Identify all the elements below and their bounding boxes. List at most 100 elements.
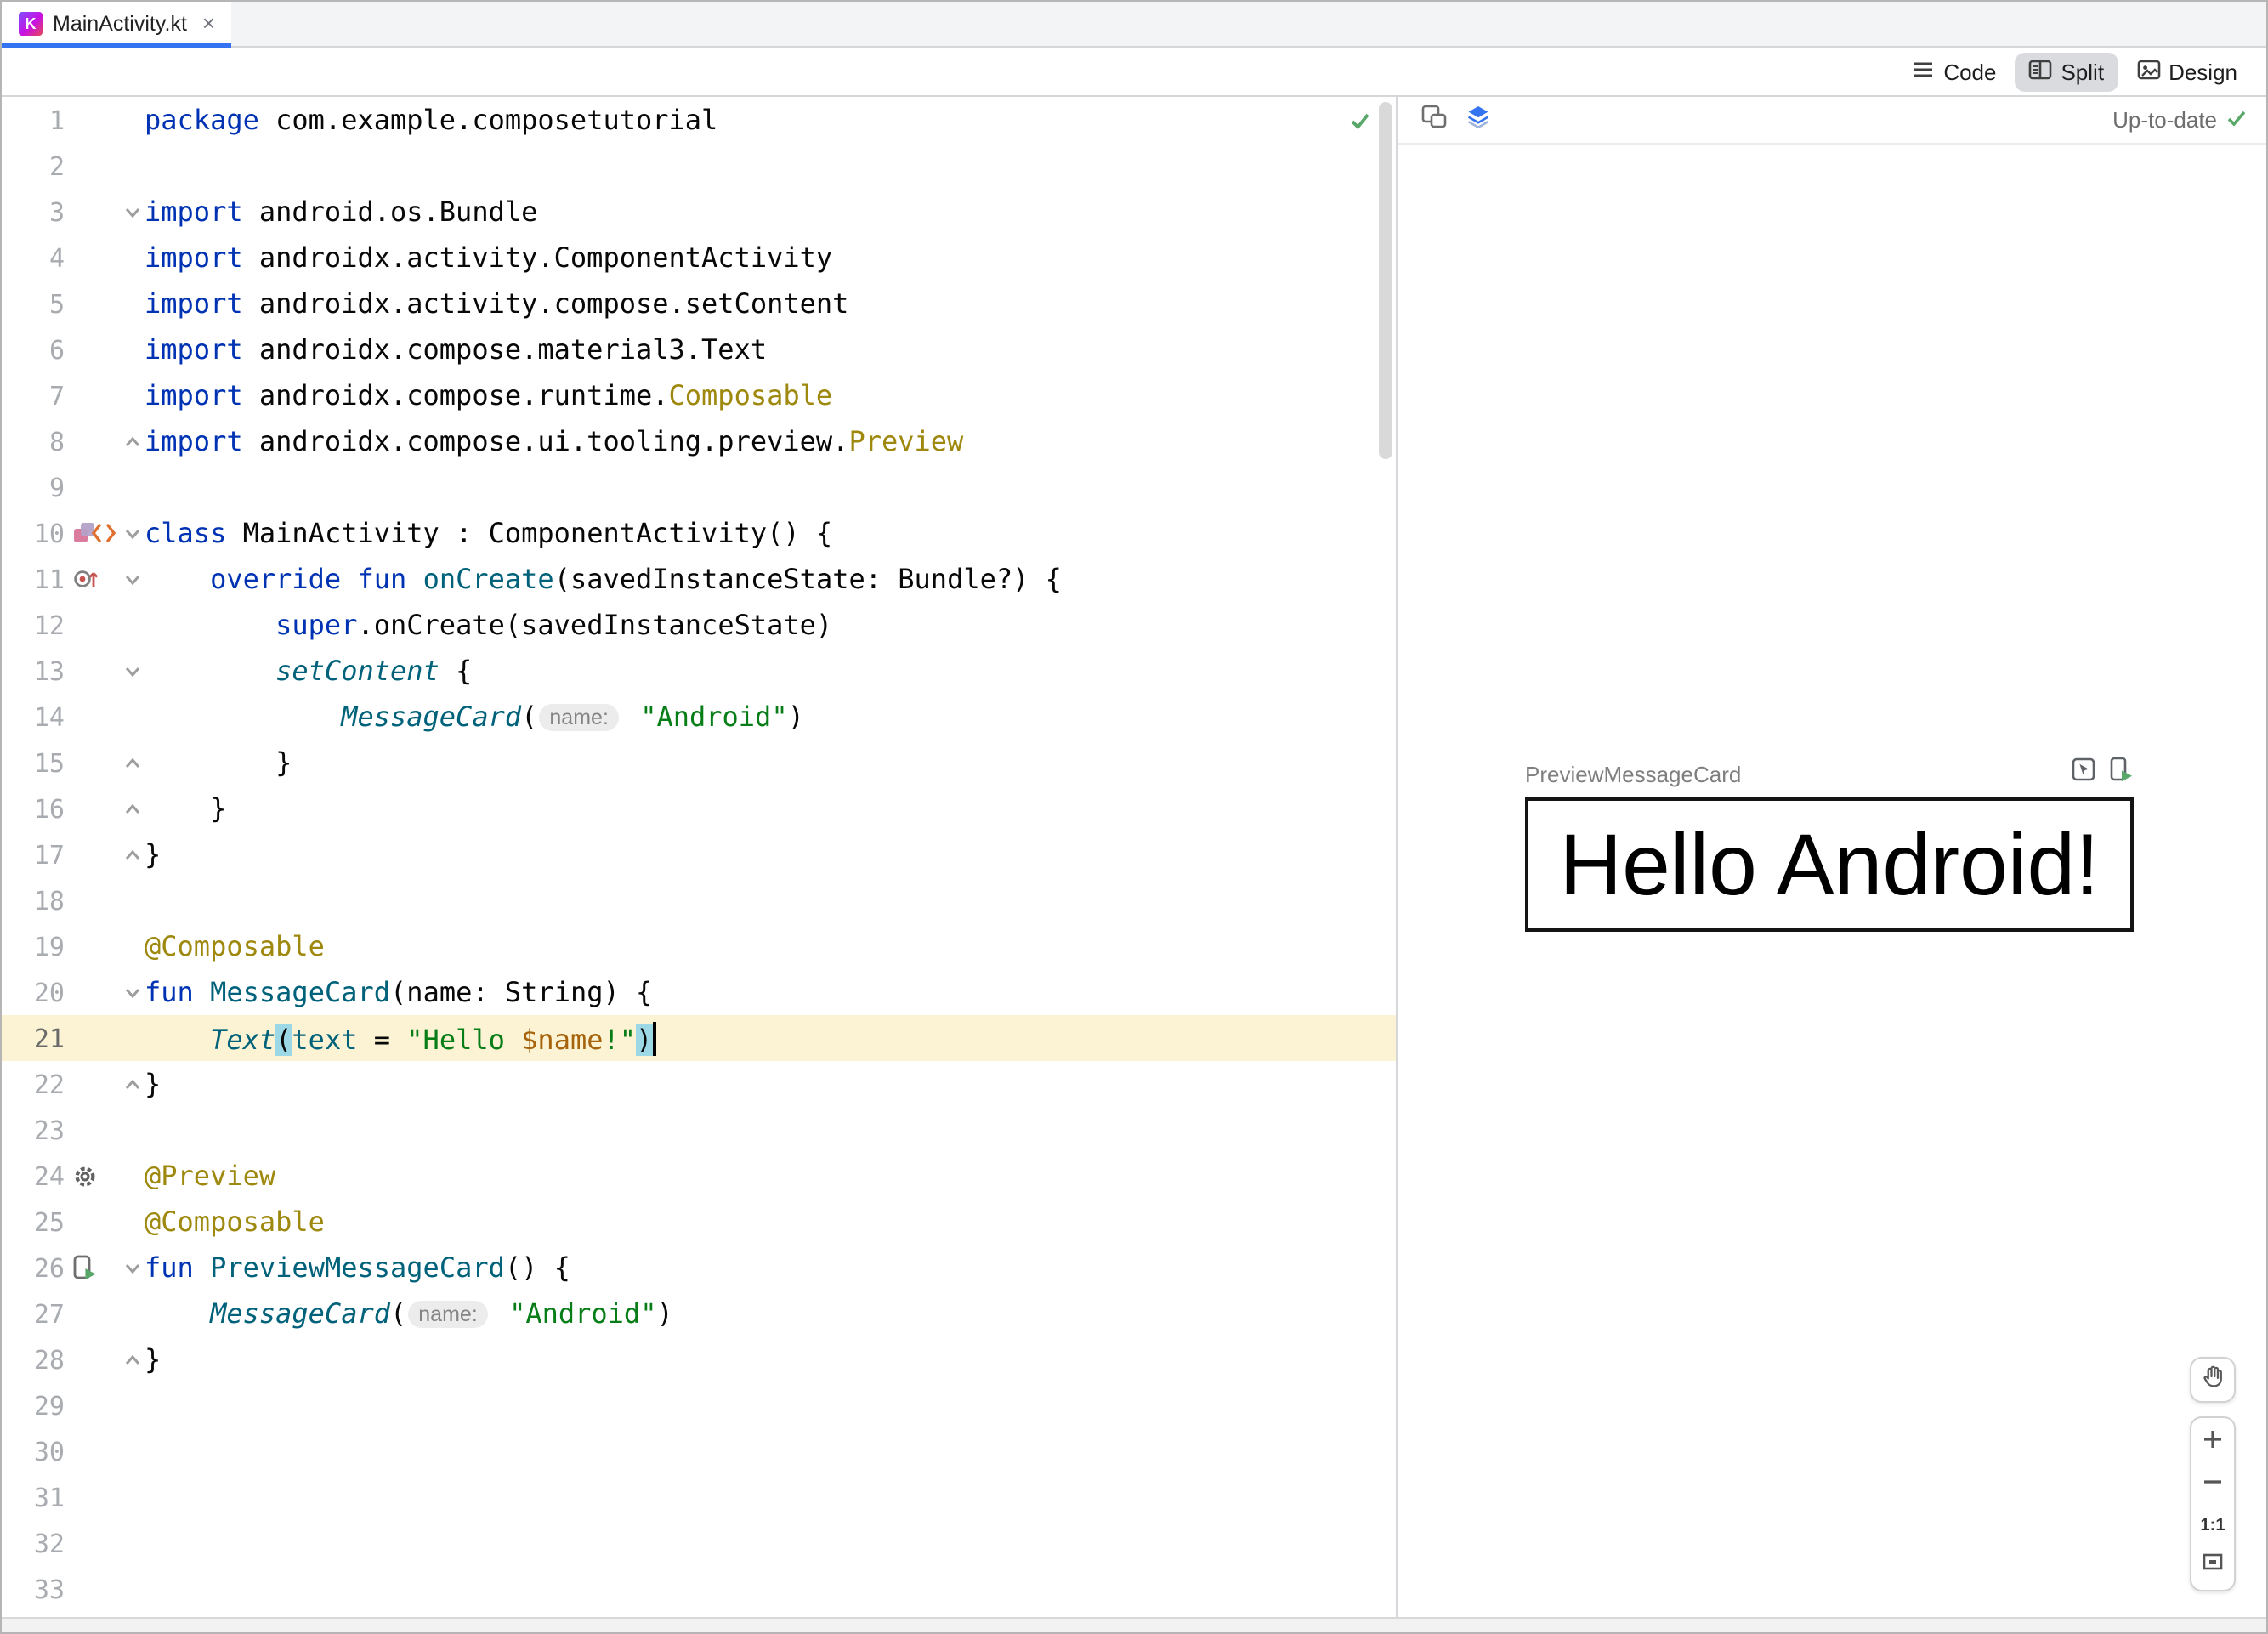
code-line[interactable]: 32 — [0, 1520, 1396, 1566]
code-line[interactable]: 27 MessageCard(name: "Android") — [0, 1291, 1396, 1336]
code-text[interactable]: MessageCard(name: "Android") — [145, 701, 804, 733]
line-number[interactable]: 30 — [0, 1436, 65, 1467]
code-line[interactable]: 19 @Composable — [0, 923, 1396, 969]
code-text[interactable]: override fun onCreate(savedInstanceState… — [145, 563, 1062, 595]
code-line[interactable]: 28} — [0, 1336, 1396, 1382]
run-preview-on-device-icon[interactable] — [73, 1255, 97, 1280]
line-number[interactable]: 27 — [0, 1298, 65, 1329]
line-number[interactable]: 28 — [0, 1344, 65, 1375]
code-line[interactable]: 29 — [0, 1382, 1396, 1428]
code-text[interactable]: import androidx.compose.runtime.Composab… — [145, 379, 832, 411]
line-number[interactable]: 17 — [0, 839, 65, 870]
zoom-100-button[interactable]: 1:1 — [2201, 1506, 2225, 1544]
compose-preview-frame[interactable]: Hello Android! — [1525, 797, 2134, 932]
code-text[interactable]: package com.example.composetutorial — [145, 104, 717, 136]
line-number[interactable]: 14 — [0, 701, 65, 732]
fold-collapse-icon[interactable] — [119, 570, 145, 587]
code-line[interactable]: 23 — [0, 1107, 1396, 1153]
code-line[interactable]: 8 import androidx.compose.ui.tooling.prev… — [0, 418, 1396, 464]
code-text[interactable]: } — [145, 838, 161, 871]
code-text[interactable]: setContent { — [145, 655, 472, 687]
code-line[interactable]: 15 } — [0, 740, 1396, 786]
line-number[interactable]: 5 — [0, 288, 65, 319]
line-number[interactable]: 9 — [0, 472, 65, 502]
line-number[interactable]: 21 — [0, 1023, 65, 1053]
zoom-in-button[interactable] — [2191, 1421, 2234, 1464]
mode-code-button[interactable]: Code — [1897, 52, 2010, 91]
fold-expand-icon[interactable] — [119, 1075, 145, 1092]
line-number[interactable]: 29 — [0, 1390, 65, 1421]
code-line[interactable]: 25 @Composable — [0, 1199, 1396, 1245]
fold-collapse-icon[interactable] — [119, 525, 145, 542]
code-text[interactable]: fun MessageCard(name: String) { — [145, 976, 652, 1008]
code-text[interactable]: } — [145, 746, 292, 779]
fold-collapse-icon[interactable] — [119, 662, 145, 679]
line-number[interactable]: 3 — [0, 196, 65, 227]
code-text[interactable]: import androidx.activity.ComponentActivi… — [145, 241, 832, 274]
line-number[interactable]: 22 — [0, 1069, 65, 1099]
code-line[interactable]: 7 import androidx.compose.runtime.Composa… — [0, 372, 1396, 418]
code-text[interactable]: @Composable — [145, 1206, 325, 1238]
code-tag-icon[interactable] — [92, 524, 116, 542]
line-number[interactable]: 19 — [0, 931, 65, 962]
override-method-icon[interactable] — [73, 568, 99, 590]
mode-split-button[interactable]: Split — [2015, 52, 2118, 91]
code-line[interactable]: 21 Text(text = "Hello $name!") — [0, 1015, 1396, 1061]
line-number[interactable]: 8 — [0, 426, 65, 457]
fold-collapse-icon[interactable] — [119, 1259, 145, 1276]
inspection-status-icon[interactable] — [1348, 109, 1372, 141]
line-number[interactable]: 25 — [0, 1206, 65, 1237]
line-number[interactable]: 6 — [0, 334, 65, 365]
code-line[interactable]: 16 } — [0, 786, 1396, 831]
line-number[interactable]: 7 — [0, 380, 65, 411]
line-number[interactable]: 12 — [0, 610, 65, 640]
code-line[interactable]: 6 import androidx.compose.material3.Text — [0, 326, 1396, 372]
line-number[interactable]: 23 — [0, 1115, 65, 1145]
line-number[interactable]: 2 — [0, 150, 65, 181]
fold-expand-icon[interactable] — [119, 800, 145, 817]
code-line[interactable]: 17} — [0, 831, 1396, 877]
editor-scrollbar[interactable] — [1379, 102, 1392, 459]
fold-expand-icon[interactable] — [119, 754, 145, 771]
code-line[interactable]: 24 @Preview — [0, 1153, 1396, 1199]
line-number[interactable]: 13 — [0, 655, 65, 686]
code-line[interactable]: 22} — [0, 1061, 1396, 1107]
line-number[interactable]: 15 — [0, 747, 65, 778]
code-line[interactable]: 11 override fun onCreate(savedInstanceSt… — [0, 556, 1396, 602]
code-line[interactable]: 26 fun PreviewMessageCard() { — [0, 1245, 1396, 1291]
preview-settings-gear-icon[interactable] — [73, 1164, 97, 1188]
code-line[interactable]: 33 — [0, 1566, 1396, 1612]
zoom-to-fit-button[interactable] — [2191, 1544, 2234, 1586]
line-number[interactable]: 31 — [0, 1482, 65, 1512]
code-text[interactable]: import androidx.compose.material3.Text — [145, 333, 767, 366]
zoom-out-button[interactable] — [2191, 1464, 2234, 1506]
code-text[interactable]: } — [145, 1343, 161, 1376]
code-line[interactable]: 3 import android.os.Bundle — [0, 189, 1396, 235]
line-number[interactable]: 1 — [0, 105, 65, 135]
code-text[interactable]: @Preview — [145, 1160, 275, 1192]
code-text[interactable]: @Composable — [145, 930, 325, 962]
fold-collapse-icon[interactable] — [119, 203, 145, 220]
mode-design-button[interactable]: Design — [2123, 52, 2251, 91]
line-number[interactable]: 32 — [0, 1528, 65, 1558]
line-number[interactable]: 4 — [0, 242, 65, 273]
code-line[interactable]: 1 package com.example.composetutorial — [0, 97, 1396, 143]
code-line[interactable]: 14 MessageCard(name: "Android") — [0, 694, 1396, 740]
fold-expand-icon[interactable] — [119, 846, 145, 863]
code-line[interactable]: 30 — [0, 1428, 1396, 1474]
code-line[interactable]: 31 — [0, 1474, 1396, 1520]
line-number[interactable]: 18 — [0, 885, 65, 916]
fold-collapse-icon[interactable] — [119, 984, 145, 1001]
fold-expand-icon[interactable] — [119, 1351, 145, 1368]
fold-expand-icon[interactable] — [119, 433, 145, 450]
code-line[interactable]: 18 — [0, 877, 1396, 923]
pan-tool-button[interactable] — [2190, 1357, 2236, 1403]
ui-check-mode-icon[interactable] — [1421, 103, 1447, 137]
code-text[interactable]: class MainActivity : ComponentActivity()… — [145, 517, 832, 549]
code-text[interactable]: import androidx.compose.ui.tooling.previ… — [145, 425, 963, 457]
code-text[interactable]: } — [145, 1068, 161, 1100]
run-on-device-icon[interactable] — [2110, 757, 2134, 791]
code-line[interactable]: 10 class MainActivity : ComponentActivity… — [0, 510, 1396, 556]
tab-mainactivity[interactable]: MainActivity.kt × — [0, 0, 231, 48]
line-number[interactable]: 10 — [0, 518, 65, 548]
